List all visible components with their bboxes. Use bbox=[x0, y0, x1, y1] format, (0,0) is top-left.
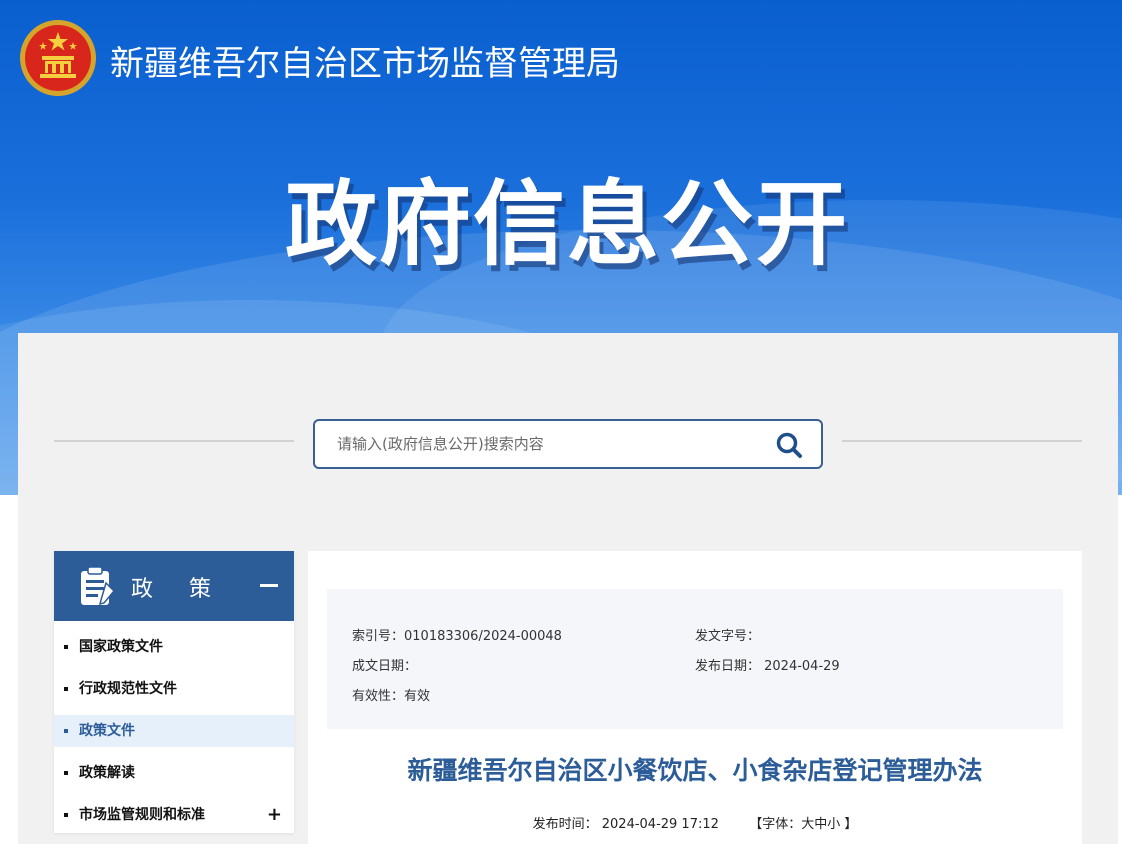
sidebar-heading: 政策 bbox=[131, 577, 248, 602]
meta-written-date: 成文日期： bbox=[352, 659, 418, 674]
sidebar-header: 政策 bbox=[54, 551, 294, 621]
search-box bbox=[313, 419, 823, 469]
publish-time: 2024-04-29 17:12 bbox=[601, 817, 719, 832]
expand-plus-icon[interactable]: + bbox=[267, 799, 282, 831]
publish-info: 发布时间： 2024-04-29 17:12 【字体：大中小 】 bbox=[308, 813, 1082, 832]
search-divider-right bbox=[842, 440, 1082, 442]
sidebar-item-label: 市场监管规则和标准 bbox=[79, 807, 205, 823]
font-size-small-link[interactable]: 小 bbox=[827, 817, 840, 832]
sidebar-item-normative-documents[interactable]: 行政规范性文件 bbox=[54, 673, 294, 705]
sidebar-item-policy-documents[interactable]: 政策文件 bbox=[54, 715, 294, 747]
bullet-icon bbox=[64, 771, 68, 775]
sidebar-item-rules-standards[interactable]: 市场监管规则和标准 + bbox=[54, 799, 294, 831]
font-size-label-close: 】 bbox=[840, 817, 858, 832]
article-main: 索引号：010183306/2024-00048 发文字号： 成文日期： 发布日… bbox=[308, 551, 1082, 844]
sidebar-item-label: 政策解读 bbox=[79, 765, 135, 781]
meta-publish-date: 发布日期： 2024-04-29 bbox=[695, 659, 840, 674]
bullet-icon bbox=[64, 729, 68, 733]
sidebar-item-policy-interpretation[interactable]: 政策解读 bbox=[54, 757, 294, 789]
publish-time-label: 发布时间： bbox=[532, 817, 598, 832]
meta-doc-no: 发文字号： bbox=[695, 629, 761, 644]
search-input[interactable] bbox=[337, 431, 757, 457]
sidebar-item-label: 行政规范性文件 bbox=[79, 681, 177, 697]
collapse-minus-icon[interactable] bbox=[260, 584, 278, 587]
site-title: 新疆维吾尔自治区市场监督管理局 bbox=[110, 44, 620, 84]
article-title: 新疆维吾尔自治区小餐饮店、小食杂店登记管理办法 bbox=[407, 756, 983, 785]
content-panel: 政策 国家政策文件 行政规范性文件 政策文件 政策解读 市场监管规则和 bbox=[18, 333, 1118, 844]
bullet-icon bbox=[64, 645, 68, 649]
hero-title: 政府信息公开 bbox=[284, 171, 849, 278]
sidebar-item-national-policy[interactable]: 国家政策文件 bbox=[54, 631, 294, 663]
bullet-icon bbox=[64, 687, 68, 691]
national-emblem-icon bbox=[20, 20, 96, 96]
meta-validity: 有效性：有效 bbox=[352, 689, 431, 704]
article-meta: 索引号：010183306/2024-00048 发文字号： 成文日期： 发布日… bbox=[327, 589, 1063, 729]
sidebar: 政策 国家政策文件 行政规范性文件 政策文件 政策解读 市场监管规则和标准 + bbox=[54, 551, 294, 833]
bullet-icon bbox=[64, 813, 68, 817]
meta-index-no: 索引号：010183306/2024-00048 bbox=[352, 629, 562, 644]
search-divider-left bbox=[54, 440, 294, 442]
sidebar-item-label: 政策文件 bbox=[79, 723, 135, 739]
search-icon[interactable] bbox=[775, 431, 803, 459]
sidebar-item-label: 国家政策文件 bbox=[79, 639, 163, 655]
policy-document-icon bbox=[81, 566, 116, 606]
font-size-large-link[interactable]: 大 bbox=[801, 817, 814, 832]
font-size-label: 【字体： bbox=[749, 817, 802, 832]
font-size-medium-link[interactable]: 中 bbox=[814, 817, 827, 832]
